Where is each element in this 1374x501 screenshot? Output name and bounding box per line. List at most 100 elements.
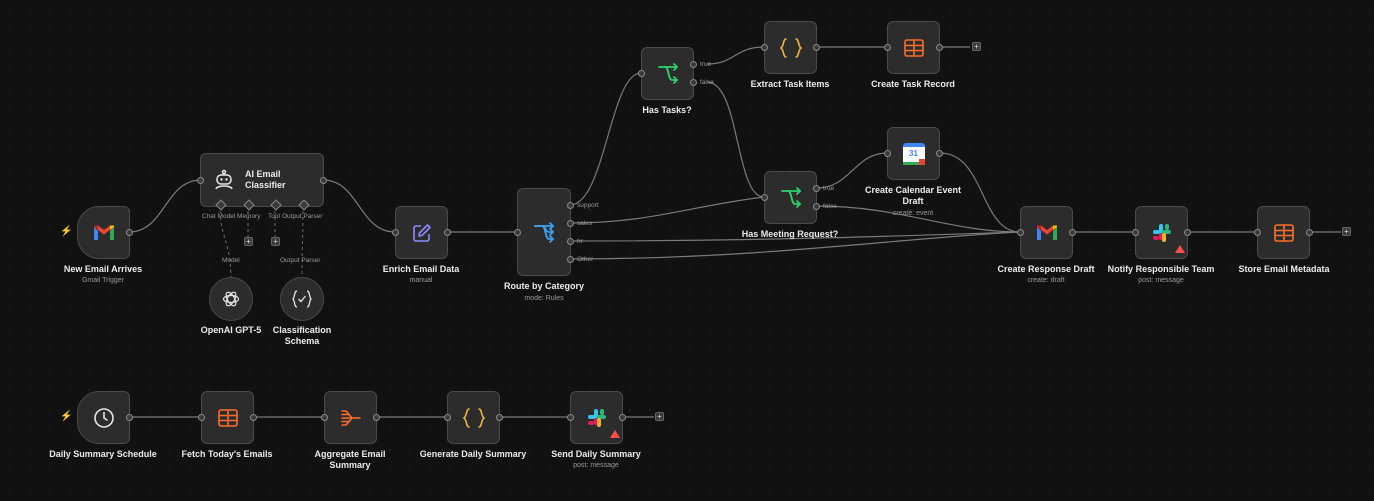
workflow-canvas[interactable]: ⚡ New Email Arrives Gmail Trigger AI Ema… (0, 0, 1374, 501)
node-title-line2: Classifier (245, 180, 286, 190)
output-handle[interactable] (126, 414, 133, 421)
clock-icon (93, 407, 114, 428)
node-subtitle: manual (409, 277, 433, 284)
node-generate-daily-summary[interactable] (447, 391, 500, 444)
output-handle[interactable] (1184, 229, 1191, 236)
node-enrich-email-data[interactable] (395, 206, 448, 259)
if-icon (780, 186, 801, 208)
input-handle[interactable] (198, 414, 205, 421)
output-handle-true[interactable] (690, 61, 697, 68)
input-handle[interactable] (1254, 229, 1261, 236)
input-handle[interactable] (514, 229, 521, 236)
input-handle[interactable] (1132, 229, 1139, 236)
input-handle[interactable] (444, 414, 451, 421)
output-label-sales: sales (577, 220, 593, 227)
output-handle[interactable] (1069, 229, 1076, 236)
node-create-task-record[interactable] (887, 21, 940, 74)
node-classification-schema[interactable] (280, 277, 324, 321)
output-handle[interactable] (496, 414, 503, 421)
input-handle[interactable] (567, 414, 574, 421)
node-subtitle: Gmail Trigger (81, 277, 125, 284)
node-store-email-metadata[interactable] (1257, 206, 1310, 259)
input-handle[interactable] (197, 177, 204, 184)
input-handle[interactable] (884, 44, 891, 51)
node-title: New Email Arrives (63, 264, 143, 274)
node-has-tasks[interactable] (641, 47, 694, 100)
input-handle[interactable] (761, 44, 768, 51)
add-node-button[interactable]: + (1342, 227, 1351, 236)
node-create-calendar-event-draft[interactable]: 31 (887, 127, 940, 180)
node-title: Fetch Today's Emails (181, 449, 273, 459)
edge-hasmeeting-true-calendar (816, 152, 888, 189)
node-title: Create Calendar Event (864, 185, 962, 195)
add-tool-button[interactable]: + (271, 237, 280, 246)
input-handle[interactable] (321, 414, 328, 421)
output-handle-support[interactable] (567, 202, 574, 209)
node-title: Store Email Metadata (1238, 264, 1330, 274)
output-label-other: Other (577, 256, 594, 263)
output-handle[interactable] (1306, 229, 1313, 236)
output-handle-true[interactable] (813, 185, 820, 192)
output-handle[interactable] (619, 414, 626, 421)
node-title: Has Tasks? (642, 105, 692, 115)
output-handle[interactable] (936, 150, 943, 157)
output-label-true: true (700, 61, 712, 68)
if-icon (657, 62, 678, 84)
input-handle[interactable] (638, 70, 645, 77)
add-memory-button[interactable]: + (244, 237, 253, 246)
robot-icon (215, 169, 233, 190)
add-node-button[interactable]: + (655, 412, 664, 421)
table-icon (1273, 223, 1294, 242)
node-fetch-todays-emails[interactable] (201, 391, 254, 444)
gmail-icon (93, 225, 114, 240)
output-handle[interactable] (936, 44, 943, 51)
node-route-by-category[interactable] (517, 188, 571, 276)
output-handle-false[interactable] (813, 203, 820, 210)
trigger-bolt-icon: ⚡ (60, 226, 73, 237)
input-handle[interactable] (884, 150, 891, 157)
node-new-email-arrives[interactable] (77, 206, 130, 259)
node-title-line2: Summary (329, 460, 371, 470)
input-handle[interactable] (761, 194, 768, 201)
node-title: AI Email (245, 169, 281, 179)
output-label-hr: hr (577, 238, 583, 245)
node-title: Has Meeting Request? (741, 229, 839, 239)
add-node-button[interactable]: + (972, 42, 981, 51)
node-has-meeting-request[interactable] (764, 171, 817, 224)
google-calendar-icon: 31 (902, 142, 925, 165)
output-handle-hr[interactable] (567, 238, 574, 245)
node-title: Notify Responsible Team (1107, 264, 1215, 274)
output-label-support: support (577, 202, 599, 209)
node-openai-gpt5[interactable] (209, 277, 253, 321)
input-handle[interactable] (392, 229, 399, 236)
node-aggregate-email-summary[interactable] (324, 391, 377, 444)
node-subtitle: mode: Rules (524, 295, 564, 302)
input-handle[interactable] (1017, 229, 1024, 236)
output-label-false: false (700, 79, 714, 86)
edge-hastasks-false-hasmeeting (706, 81, 765, 198)
warning-icon[interactable] (1175, 245, 1185, 253)
pencil-icon (412, 223, 431, 242)
output-handle[interactable] (126, 229, 133, 236)
output-handle[interactable] (813, 44, 820, 51)
code-icon (462, 407, 485, 428)
node-title: Create Response Draft (997, 264, 1095, 274)
node-title: Send Daily Summary (551, 449, 641, 459)
output-handle-other[interactable] (567, 256, 574, 263)
edge-route-hasmeeting (569, 196, 765, 224)
warning-icon[interactable] (610, 430, 620, 438)
output-handle[interactable] (320, 177, 327, 184)
output-handle[interactable] (250, 414, 257, 421)
output-handle[interactable] (444, 229, 451, 236)
edge-route-hastasks (569, 72, 642, 206)
output-handle-sales[interactable] (567, 220, 574, 227)
node-extract-task-items[interactable] (764, 21, 817, 74)
output-handle-false[interactable] (690, 79, 697, 86)
table-icon (903, 38, 924, 57)
output-handle[interactable] (373, 414, 380, 421)
node-daily-summary-schedule[interactable] (77, 391, 130, 444)
port-label-output-parser: Output Parser (280, 257, 321, 264)
gmail-icon (1036, 225, 1057, 240)
slack-icon (587, 408, 606, 427)
node-create-response-draft[interactable] (1020, 206, 1073, 259)
